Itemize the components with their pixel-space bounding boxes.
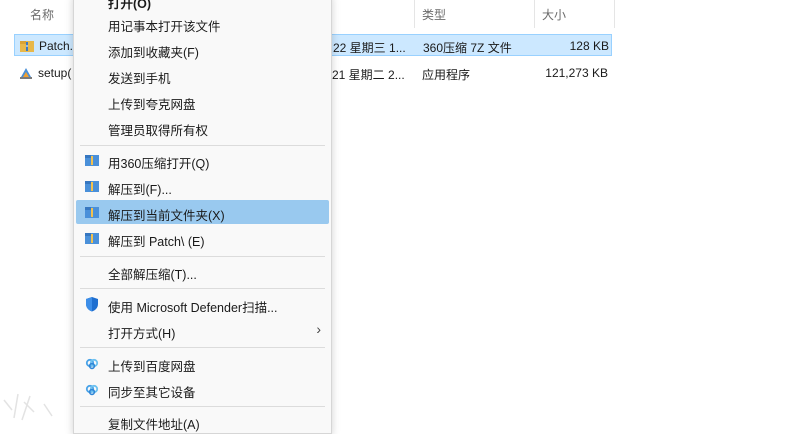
archive-360-icon (85, 207, 99, 218)
column-divider[interactable] (614, 0, 615, 28)
file-name: setup( (38, 66, 72, 80)
column-divider[interactable] (414, 0, 415, 28)
file-date: 21 星期二 2... (332, 68, 405, 82)
file-size: 121,273 KB (545, 66, 608, 80)
menu-separator (80, 288, 325, 289)
menu-separator (80, 145, 325, 146)
baidu-cloud-icon (85, 384, 99, 396)
context-menu: 打开(O) 用记事本打开该文件 添加到收藏夹(F) 发送到手机 上传到夸克网盘 … (73, 0, 332, 434)
column-divider[interactable] (534, 0, 535, 28)
archive-360-icon (85, 181, 99, 192)
baidu-cloud-icon (85, 358, 99, 370)
archive-360-icon (85, 233, 99, 244)
menu-item-upload-quark[interactable]: 上传到夸克网盘 (76, 89, 329, 113)
column-size-header[interactable]: 大小 (542, 6, 566, 23)
menu-separator (80, 406, 325, 407)
menu-item-defender-scan[interactable]: 使用 Microsoft Defender扫描... (76, 292, 329, 316)
file-size: 128 KB (569, 39, 609, 53)
menu-separator (80, 256, 325, 257)
column-type-header[interactable]: 类型 (422, 6, 446, 23)
menu-item-open-with-notepad[interactable]: 用记事本打开该文件 (76, 11, 329, 35)
menu-item-extract-all[interactable]: 全部解压缩(T)... (76, 259, 329, 283)
setup-exe-icon (20, 68, 32, 79)
file-type: 应用程序 (422, 68, 471, 82)
menu-item-add-to-favorites[interactable]: 添加到收藏夹(F) (76, 37, 329, 61)
archive-icon (20, 41, 34, 52)
menu-item-extract-to[interactable]: 解压到(F)... (76, 174, 329, 198)
file-type: 360压缩 7Z 文件 (423, 41, 512, 55)
menu-item-sync-devices[interactable]: 同步至其它设备 (76, 377, 329, 401)
menu-item-open-with[interactable]: 打开方式(H) › (76, 318, 329, 342)
file-date: 22 星期三 1... (333, 41, 406, 55)
menu-item-extract-to-patch[interactable]: 解压到 Patch\ (E) (76, 226, 329, 250)
column-name-header[interactable]: 名称 (30, 6, 54, 23)
background-decoration (3, 393, 53, 421)
menu-item-copy-path[interactable]: 复制文件地址(A) (76, 409, 329, 433)
defender-shield-icon (86, 297, 98, 312)
menu-item-extract-here[interactable]: 解压到当前文件夹(X) (76, 200, 329, 224)
menu-item-take-ownership[interactable]: 管理员取得所有权 (76, 115, 329, 139)
menu-item-open-with-360[interactable]: 用360压缩打开(Q) (76, 148, 329, 172)
file-name: Patch. (39, 39, 74, 53)
menu-item-send-to-phone[interactable]: 发送到手机 (76, 63, 329, 87)
archive-360-icon (85, 155, 99, 166)
chevron-right-icon: › (316, 321, 321, 337)
menu-item-upload-baidu[interactable]: 上传到百度网盘 (76, 351, 329, 375)
menu-separator (80, 347, 325, 348)
